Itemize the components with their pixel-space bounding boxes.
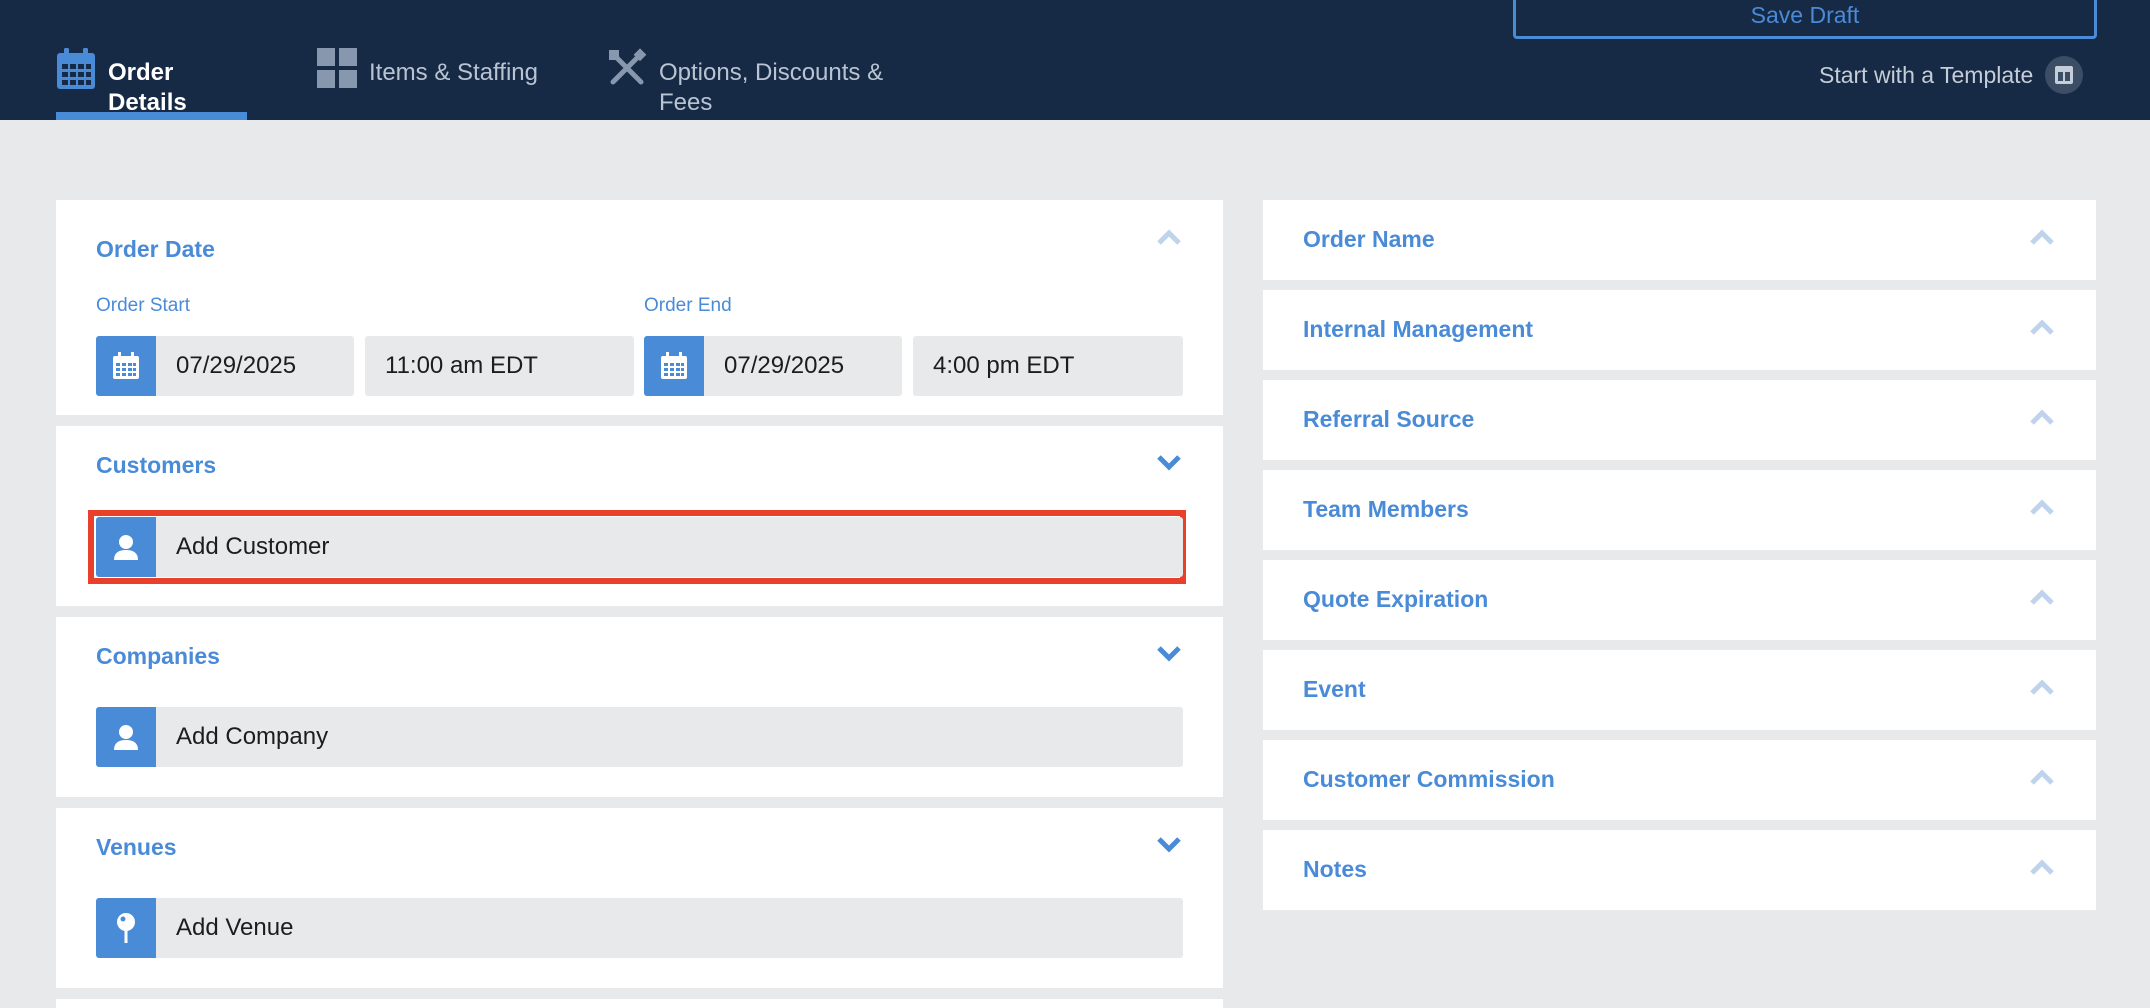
venues-card: Venues Add Venue [56,808,1223,988]
section-quote-expiration[interactable]: Quote Expiration [1263,560,2096,640]
chevron-up-icon[interactable] [2028,768,2056,788]
grid-icon [317,48,357,88]
calendar-icon [661,352,687,379]
tab-order-details[interactable]: Order Details [56,48,247,120]
chevron-up-icon[interactable] [1155,228,1183,248]
map-pin-icon [117,913,135,943]
template-link-label: Start with a Template [1819,61,2034,88]
customers-card: Customers Add Customer [56,426,1223,606]
section-order-name[interactable]: Order Name [1263,200,2096,280]
start-date-input[interactable]: 07/29/2025 [156,336,354,396]
chevron-down-icon[interactable] [1155,643,1183,663]
add-customer-row[interactable]: Add Customer [96,517,1183,577]
section-event[interactable]: Event [1263,650,2096,730]
chevron-up-icon[interactable] [2028,498,2056,518]
card-title: Team Members [1303,496,1469,522]
card-title: Internal Management [1303,316,1534,342]
calendar-icon [113,352,139,379]
tab-label: Items & Staffing [369,59,538,86]
tools-icon [607,48,647,88]
card-title: Companies [96,643,220,669]
section-notes[interactable]: Notes [1263,830,2096,910]
order-date-card: Order Date Order Start Order End 07/29/2… [56,200,1223,415]
card-title: Order Date [96,236,215,262]
end-time-input[interactable]: 4:00 pm EDT [913,336,1183,396]
chevron-up-icon[interactable] [2028,408,2056,428]
card-title: Customers [96,452,217,478]
add-customer-field[interactable]: Add Customer [156,517,1183,577]
save-draft-button[interactable]: Save Draft [1513,0,2097,39]
add-venue-row[interactable]: Add Venue [96,898,1183,958]
chevron-down-icon[interactable] [1155,452,1183,472]
tab-items-staffing[interactable]: Items & Staffing [317,48,542,120]
chevron-up-icon[interactable] [2028,678,2056,698]
tab-label: Options, Discounts & Fees [659,59,884,116]
add-venue-button[interactable] [96,898,156,958]
tab-options-discounts-fees[interactable]: Options, Discounts & Fees [607,48,937,120]
tab-label: Order Details [108,59,187,116]
chevron-down-icon[interactable] [1155,834,1183,854]
card-title: Notes [1303,856,1367,882]
order-end-label: Order End [644,295,732,316]
start-time-input[interactable]: 11:00 am EDT [365,336,634,396]
order-start-label: Order Start [96,295,190,316]
card-title: Referral Source [1303,406,1475,432]
person-icon [114,725,138,750]
template-icon [2045,56,2084,94]
card-title: Customer Commission [1303,766,1555,792]
start-template-link[interactable]: Start with a Template [1819,56,2084,94]
section-referral-source[interactable]: Referral Source [1263,380,2096,460]
add-company-row[interactable]: Add Company [96,707,1183,767]
end-date-input[interactable]: 07/29/2025 [704,336,902,396]
start-date-picker-button[interactable] [96,336,156,396]
card-title: Quote Expiration [1303,586,1489,612]
card-title: Venues [96,834,177,860]
chevron-up-icon[interactable] [2028,588,2056,608]
add-company-field[interactable]: Add Company [156,707,1183,767]
add-company-button[interactable] [96,707,156,767]
add-customer-button[interactable] [96,517,156,577]
section-team-members[interactable]: Team Members [1263,470,2096,550]
next-card-partial [56,999,1223,1008]
add-venue-field[interactable]: Add Venue [156,898,1183,958]
card-title: Event [1303,676,1366,702]
top-header: Save Draft Order Details Items & Staffin… [0,0,2150,120]
chevron-up-icon[interactable] [2028,318,2056,338]
person-icon [114,535,138,560]
section-internal-management[interactable]: Internal Management [1263,290,2096,370]
end-date-picker-button[interactable] [644,336,704,396]
chevron-up-icon[interactable] [2028,858,2056,878]
card-title: Order Name [1303,226,1435,252]
section-customer-commission[interactable]: Customer Commission [1263,740,2096,820]
chevron-up-icon[interactable] [2028,228,2056,248]
companies-card: Companies Add Company [56,617,1223,797]
calendar-icon [56,48,96,90]
